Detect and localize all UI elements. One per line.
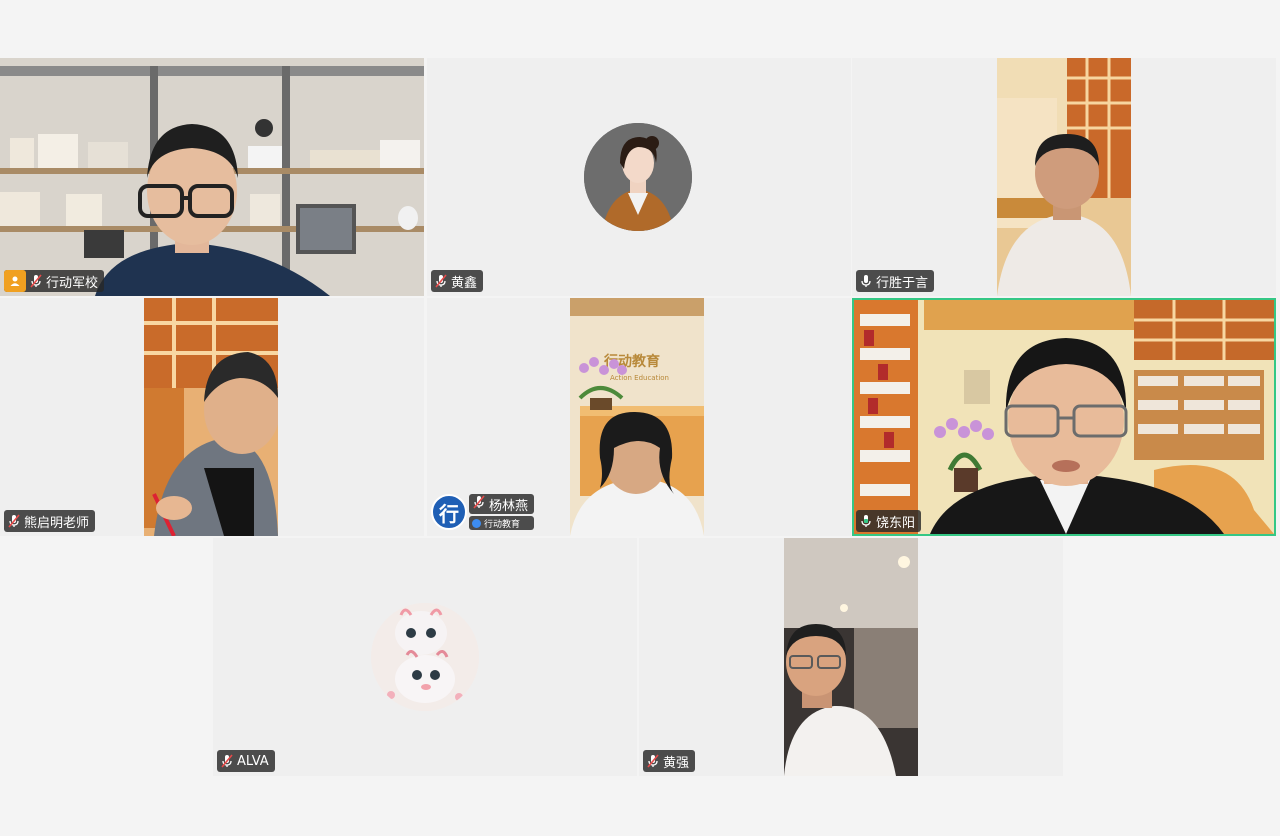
host-badge-icon — [4, 270, 26, 292]
mic-icon — [860, 274, 872, 288]
participant-avatar — [584, 123, 692, 231]
participant-name-label: 行胜于言 — [856, 270, 935, 292]
participant-name-label: ALVA — [217, 750, 275, 772]
background-sign-text: Action Education — [610, 374, 669, 382]
mic-muted-icon — [30, 274, 42, 288]
verified-icon — [472, 518, 481, 528]
participant-video — [0, 58, 424, 296]
participant-tile-8[interactable]: 黄强 — [639, 538, 1063, 776]
participant-avatar — [371, 603, 479, 711]
participant-name-label: 熊启明老师 — [4, 510, 96, 532]
mic-muted-icon — [435, 274, 447, 288]
company-logo-icon: 行 — [431, 494, 467, 530]
participant-name: 黄强 — [663, 755, 690, 771]
organization-name: 行动教育 — [484, 519, 521, 530]
video-frame-image — [0, 58, 424, 296]
mic-muted-icon — [8, 514, 20, 528]
participant-name: 行胜于言 — [876, 275, 929, 291]
participant-video — [997, 58, 1131, 296]
mic-speaking-icon — [860, 514, 872, 528]
participant-name: 熊启明老师 — [24, 515, 90, 531]
participant-tile-6-active[interactable]: 饶东阳 — [852, 298, 1276, 536]
participant-video: 行动教育 Action Education — [570, 298, 704, 536]
participant-tile-5[interactable]: 行动教育 Action Education 行 杨林燕 行动教育 — [427, 298, 851, 536]
participant-name-label: 饶东阳 — [856, 510, 922, 532]
participant-tile-2[interactable]: 黄鑫 — [427, 58, 851, 296]
mic-muted-icon — [221, 754, 233, 768]
participant-name: 黄鑫 — [451, 275, 478, 291]
participant-name: ALVA — [237, 753, 269, 769]
participant-tile-1[interactable]: 行动军校 — [0, 58, 424, 296]
mic-muted-icon — [473, 495, 485, 513]
participant-name: 行动军校 — [46, 275, 99, 291]
participant-video — [144, 298, 278, 536]
participant-name-label: 黄鑫 — [431, 270, 484, 292]
participant-video — [854, 300, 1274, 534]
participant-name-label: 黄强 — [643, 750, 696, 772]
participant-video — [784, 538, 918, 776]
participant-name: 杨林燕 — [489, 498, 529, 514]
participant-name-label: 行动军校 — [4, 270, 105, 292]
mic-muted-icon — [647, 754, 659, 768]
meeting-gallery: 行动军校 黄鑫 行胜于言 熊启明老师 行动教育 Action Education… — [0, 0, 1280, 836]
participant-tile-3[interactable]: 行胜于言 — [852, 58, 1276, 296]
participant-name: 饶东阳 — [876, 515, 916, 531]
participant-tile-7[interactable]: ALVA — [213, 538, 637, 776]
participant-name-label: 行 杨林燕 行动教育 — [431, 492, 535, 532]
participant-tile-4[interactable]: 熊启明老师 — [0, 298, 424, 536]
